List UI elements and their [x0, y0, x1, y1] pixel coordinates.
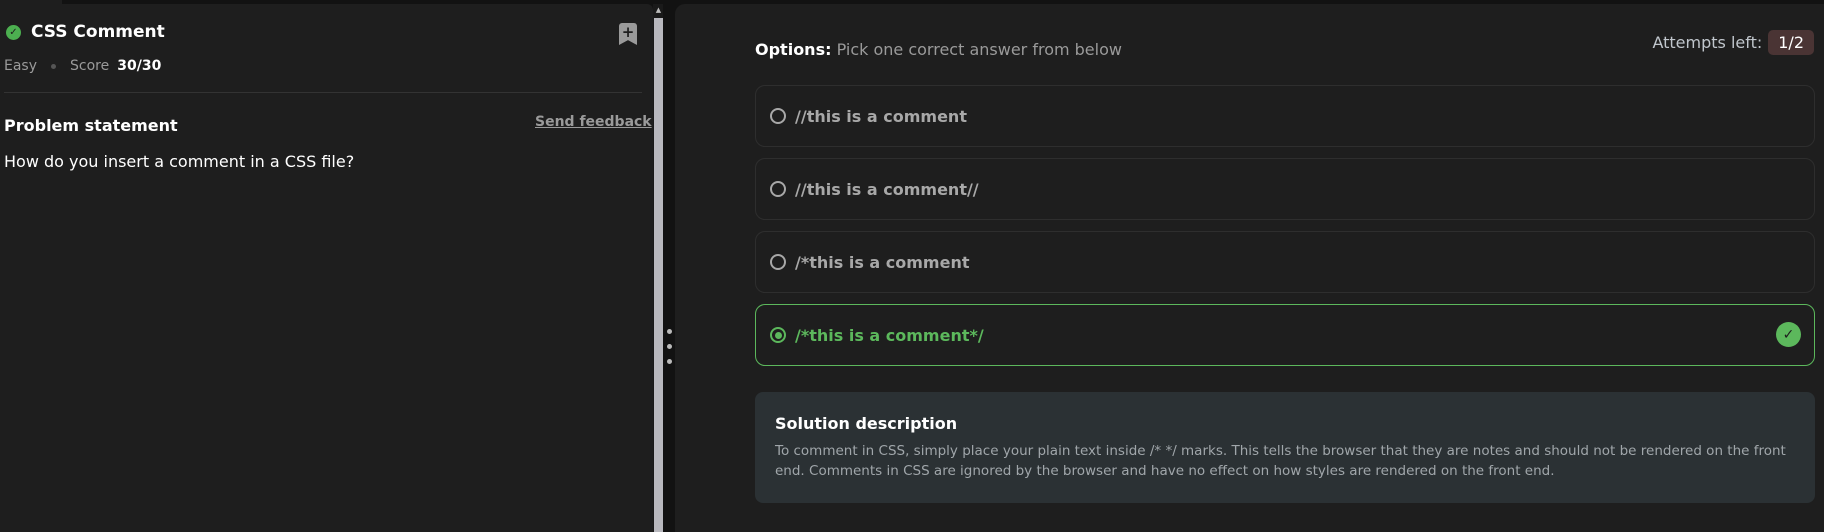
drag-dot-icon[interactable]	[667, 329, 672, 334]
score-label: Score	[70, 58, 110, 74]
options-panel: Options: Pick one correct answer from be…	[675, 4, 1824, 532]
correct-check-icon: ✓	[1776, 322, 1801, 347]
options-instruction: Pick one correct answer from below	[836, 40, 1122, 59]
option-label: /*this is a comment	[795, 252, 970, 272]
question-text: How do you insert a comment in a CSS fil…	[4, 152, 355, 171]
option-4-correct[interactable]: /*this is a comment*/ ✓	[755, 304, 1815, 366]
option-label: /*this is a comment*/	[795, 325, 984, 345]
attempts-label: Attempts left:	[1652, 33, 1763, 52]
problem-title-text: CSS Comment	[31, 22, 165, 42]
scrollbar-thumb[interactable]	[654, 18, 663, 532]
option-1[interactable]: //this is a comment	[755, 85, 1815, 147]
option-label: //this is a comment//	[795, 179, 979, 199]
attempts-badge: 1/2	[1768, 30, 1814, 55]
solved-check-icon: ✓	[6, 24, 21, 40]
problem-title: ✓ CSS Comment	[6, 22, 165, 42]
drag-dot-icon[interactable]	[667, 344, 672, 349]
solution-box: Solution description To comment in CSS, s…	[755, 392, 1815, 503]
bookmark-add-icon[interactable]: +	[619, 23, 637, 45]
difficulty: Easy	[4, 58, 38, 74]
radio-selected-icon[interactable]	[770, 327, 786, 343]
attempts: Attempts left: 1/2	[1652, 30, 1814, 55]
problem-meta: Easy Score 30/30	[4, 58, 161, 74]
radio-icon[interactable]	[770, 108, 786, 124]
option-3[interactable]: /*this is a comment	[755, 231, 1815, 293]
section-title: Problem statement	[4, 116, 178, 135]
option-label: //this is a comment	[795, 106, 967, 126]
score-value: 30/30	[117, 58, 162, 74]
separator-dot	[51, 63, 57, 69]
divider	[4, 92, 642, 93]
problem-panel: ✓ CSS Comment + Easy Score 30/30 Problem st…	[0, 4, 653, 532]
option-2[interactable]: //this is a comment//	[755, 158, 1815, 220]
solution-text: To comment in CSS, simply place your pla…	[775, 443, 1786, 479]
send-feedback-link[interactable]: Send feedback	[535, 114, 652, 130]
panel-resize-handle[interactable]	[663, 0, 675, 532]
options-label: Options:	[755, 40, 832, 59]
scroll-up-arrow-icon[interactable]: ▲	[654, 6, 663, 16]
radio-icon[interactable]	[770, 181, 786, 197]
solution-title: Solution description	[775, 414, 958, 433]
drag-dot-icon[interactable]	[667, 359, 672, 364]
radio-icon[interactable]	[770, 254, 786, 270]
options-heading: Options: Pick one correct answer from be…	[755, 40, 1122, 59]
